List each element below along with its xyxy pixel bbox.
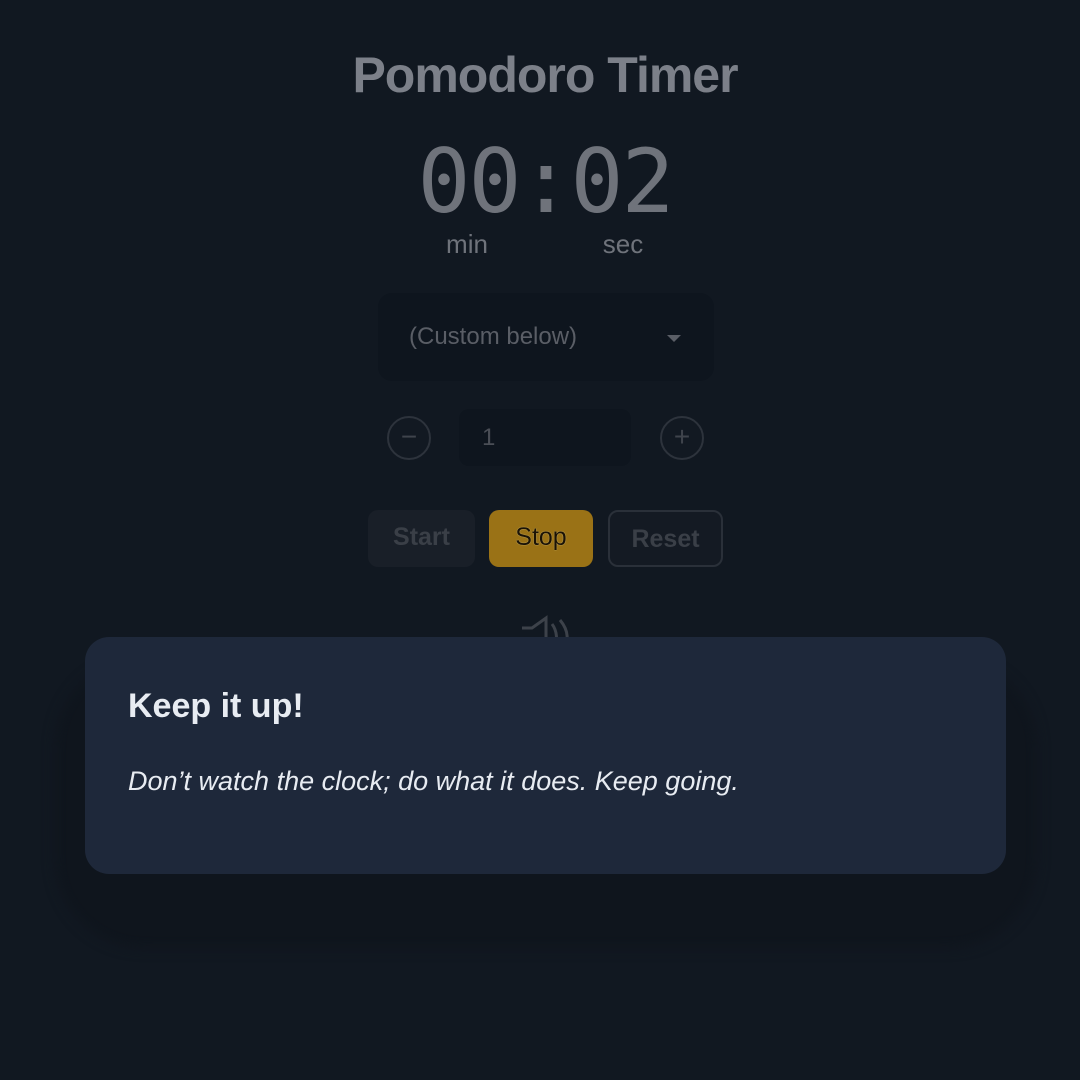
minus-icon: −: [400, 421, 418, 452]
motivation-toast: Keep it up! Don’t watch the clock; do wh…: [85, 637, 1006, 874]
preset-select[interactable]: (Custom below): [378, 293, 714, 381]
reset-button[interactable]: Reset: [608, 510, 723, 567]
pomodoro-app: Pomodoro Timer 00:02 min sec (Custom bel…: [0, 0, 1080, 1080]
decrement-button[interactable]: −: [387, 416, 431, 460]
chevron-down-icon: [667, 335, 681, 342]
minutes-unit-label: min: [446, 229, 488, 259]
toast-heading: Keep it up!: [128, 687, 304, 725]
minutes-input[interactable]: [459, 409, 631, 466]
timer-display: 00:02: [417, 130, 675, 233]
increment-button[interactable]: +: [660, 416, 704, 460]
page-title: Pomodoro Timer: [352, 47, 738, 103]
seconds-unit-label: sec: [602, 229, 644, 259]
stop-button[interactable]: Stop: [489, 510, 593, 567]
preset-selected-value: (Custom below): [409, 323, 578, 350]
toast-message: Don’t watch the clock; do what it does. …: [128, 766, 739, 796]
start-button[interactable]: Start: [368, 510, 475, 567]
plus-icon: +: [673, 421, 691, 452]
